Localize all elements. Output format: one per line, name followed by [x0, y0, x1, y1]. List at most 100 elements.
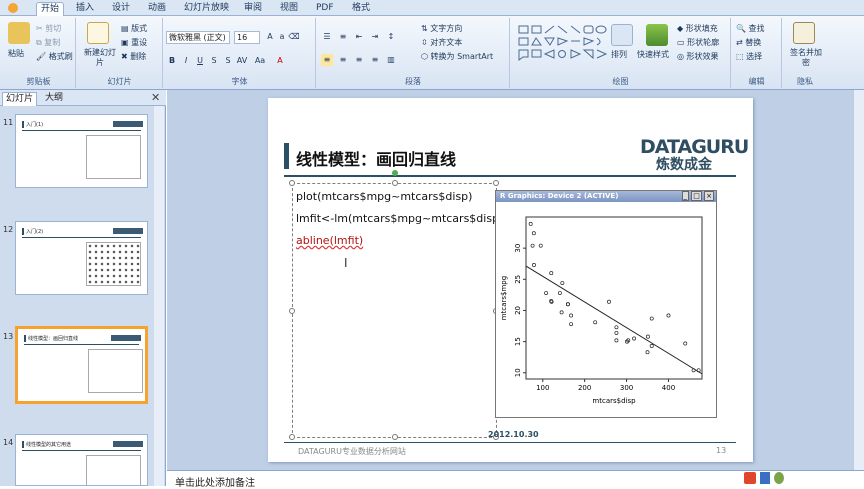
font-name-box[interactable]: 微软雅黑 (正文) [166, 31, 230, 44]
slide-thumbnail-11[interactable]: 入门(1) [15, 114, 148, 188]
editor-scrollbar[interactable] [853, 90, 864, 470]
smartart-button[interactable]: ⬡ 转换为 SmartArt [421, 52, 493, 62]
columns-icon[interactable]: ▥ [385, 54, 397, 66]
ime-mode-icon[interactable] [760, 472, 770, 484]
close-icon[interactable]: × [704, 191, 714, 201]
select-button[interactable]: ⬚ 选择 [736, 52, 762, 62]
slide-title[interactable]: 线性模型：画回归直线 [296, 146, 456, 170]
quick-styles-icon[interactable] [646, 24, 668, 46]
slide-canvas[interactable]: 线性模型：画回归直线 DATAGURU 炼数成金 plot(mtcars$mpg… [268, 98, 753, 462]
paste-icon[interactable] [8, 22, 30, 44]
clipboard-group-label: 剪贴板 [26, 77, 51, 86]
slide-thumbnail-14[interactable]: 线性模型的其它用途 [15, 434, 148, 486]
ribbon: 粘贴 ✂ 剪切 ⧉ 复制 🖌 格式刷 剪贴板 新建幻灯片 ▤ 版式 ▣ 重设 ✖… [0, 16, 864, 90]
tab-animations[interactable]: 动画 [144, 2, 170, 16]
thumb-plot [86, 242, 141, 286]
resize-handle[interactable] [289, 180, 295, 186]
tab-insert[interactable]: 插入 [72, 2, 98, 16]
quick-styles-button[interactable]: 快速样式 [637, 50, 669, 60]
underline-icon[interactable]: U [194, 55, 206, 67]
tab-pdf[interactable]: PDF [312, 2, 338, 16]
maximize-icon[interactable]: □ [691, 191, 702, 201]
tab-format[interactable]: 格式 [348, 2, 374, 16]
decrease-indent-icon[interactable]: ⇤ [353, 31, 365, 43]
office-button[interactable] [4, 2, 22, 16]
resize-handle[interactable] [392, 434, 398, 440]
rotate-handle[interactable] [392, 170, 398, 176]
thumb-logo [113, 121, 143, 127]
align-text-button[interactable]: ⇳ 对齐文本 [421, 38, 462, 48]
shadow-icon[interactable]: S [222, 55, 234, 67]
close-pane-icon[interactable]: ✕ [151, 91, 160, 104]
align-right-icon[interactable]: ≡ [353, 54, 365, 66]
tab-review[interactable]: 审阅 [240, 2, 266, 16]
shape-effects-button[interactable]: ◎ 形状效果 [677, 52, 719, 62]
font-color-icon[interactable]: A [274, 55, 286, 67]
data-point [532, 263, 536, 267]
align-center-icon[interactable]: ≡ [337, 54, 349, 66]
increase-indent-icon[interactable]: ⇥ [369, 31, 381, 43]
shape-fill-button[interactable]: ◆ 形状填充 [677, 24, 718, 34]
reset-button[interactable]: ▣ 重设 [121, 38, 147, 48]
text-direction-button[interactable]: ⇅ 文字方向 [421, 24, 462, 34]
delete-button[interactable]: ✖ 删除 [121, 52, 146, 62]
bold-icon[interactable]: B [166, 55, 178, 67]
slide-thumbnail-12[interactable]: 入门(2) [15, 221, 148, 295]
paste-button[interactable]: 粘贴 [8, 49, 24, 59]
tab-design[interactable]: 设计 [108, 2, 134, 16]
thumb-logo [113, 441, 143, 447]
cut-button[interactable]: ✂ 剪切 [36, 24, 61, 34]
font-size-box[interactable]: 16 [234, 31, 260, 44]
replace-button[interactable]: ⇄ 替换 [736, 38, 761, 48]
data-point [649, 344, 654, 348]
sign-encrypt-button[interactable]: 签名并加密 [787, 48, 825, 68]
minimize-icon[interactable]: _ [681, 191, 690, 201]
ime-punct-icon[interactable] [774, 472, 784, 484]
shape-outline-button[interactable]: ▭ 形状轮廓 [677, 38, 719, 48]
resize-handle[interactable] [493, 180, 499, 186]
r-window-controls[interactable]: _ □ × [681, 191, 714, 201]
spacing-icon[interactable]: AV [236, 55, 248, 67]
bullets-icon[interactable]: ☰ [321, 31, 333, 43]
change-case-icon[interactable]: Aa [254, 55, 266, 67]
line-spacing-icon[interactable]: ↕ [385, 31, 397, 43]
paragraph-group-label: 段落 [405, 77, 421, 86]
ime-logo-icon[interactable] [744, 472, 756, 484]
italic-icon[interactable]: I [180, 55, 192, 67]
copy-button[interactable]: ⧉ 复制 [36, 38, 60, 48]
data-point [607, 299, 611, 304]
slide-thumbnail-13[interactable]: 线性模型：画回归直线 [15, 326, 148, 404]
new-slide-button[interactable]: 新建幻灯片 [83, 48, 117, 68]
shrink-font-icon[interactable]: a [276, 31, 288, 43]
tab-slideshow[interactable]: 幻灯片放映 [180, 2, 233, 16]
r-graphics-window[interactable]: R Graphics: Device 2 (ACTIVE) _ □ × 100 2… [495, 190, 717, 418]
tab-slides[interactable]: 幻灯片 [2, 92, 38, 106]
layout-button[interactable]: ▤ 版式 [121, 24, 147, 34]
resize-handle[interactable] [289, 308, 295, 314]
code-line-3: abline(lmfit) [296, 234, 364, 247]
grow-font-icon[interactable]: A [264, 31, 276, 43]
numbering-icon[interactable]: ≡ [337, 31, 349, 43]
sign-encrypt-icon[interactable] [793, 22, 815, 44]
arrange-icon[interactable] [611, 24, 633, 46]
resize-handle[interactable] [289, 434, 295, 440]
align-left-icon[interactable]: ≡ [321, 54, 333, 66]
y-ticks: 10 15 20 25 30 [514, 244, 526, 377]
tab-home[interactable]: 开始 [36, 2, 65, 16]
new-slide-icon[interactable] [87, 22, 109, 44]
shapes-gallery[interactable] [517, 24, 609, 62]
thumbnails-scrollbar[interactable] [154, 106, 164, 486]
clear-format-icon[interactable]: ⌫ [288, 31, 300, 43]
tab-outline[interactable]: 大纲 [42, 92, 66, 106]
format-painter-button[interactable]: 🖌 格式刷 [36, 52, 73, 62]
scatter-plot: 100 200 300 400 10 15 20 25 30 mtcars$disp mtca… [500, 216, 703, 405]
justify-icon[interactable]: ≡ [369, 54, 381, 66]
code-line-1: plot(mtcars$mpg~mtcars$disp) [296, 190, 473, 203]
ime-toolbar[interactable] [744, 472, 864, 486]
resize-handle[interactable] [392, 180, 398, 186]
data-point [683, 341, 688, 346]
find-button[interactable]: 🔍 查找 [736, 24, 765, 34]
strikethrough-icon[interactable]: S [208, 55, 220, 67]
tab-view[interactable]: 视图 [276, 2, 302, 16]
arrange-button[interactable]: 排列 [611, 50, 627, 60]
